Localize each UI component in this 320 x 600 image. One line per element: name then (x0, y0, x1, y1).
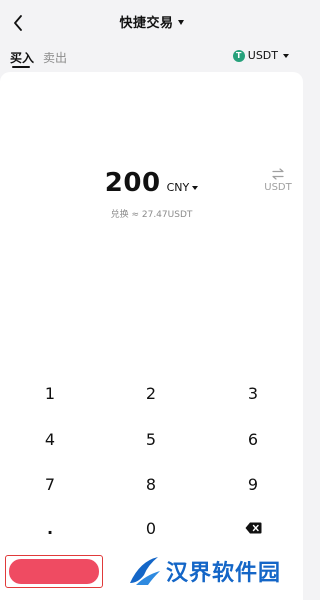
conversion-text: 兑换 ≈ 27.47USDT (110, 210, 193, 220)
caret-down-icon (192, 185, 199, 190)
key-0[interactable]: 0 (121, 513, 181, 543)
switch-unit-label: USDT (264, 182, 292, 193)
key-2[interactable]: 2 (121, 378, 181, 408)
currency-selector[interactable]: CNY (167, 181, 199, 194)
watermark-text: 汉界软件园 (166, 561, 282, 586)
title-dropdown[interactable]: 快捷交易 (0, 12, 303, 31)
trade-tabs: 买入 卖出 T USDT (0, 46, 303, 72)
key-8[interactable]: 8 (121, 469, 181, 499)
backspace-icon (245, 522, 261, 534)
key-dot[interactable]: . (20, 513, 80, 543)
key-4[interactable]: 4 (20, 424, 80, 454)
backspace-key[interactable] (223, 513, 283, 543)
key-9[interactable]: 9 (223, 469, 283, 499)
switch-unit-button[interactable]: USDT (262, 168, 294, 193)
key-3[interactable]: 3 (223, 378, 283, 408)
buy-button[interactable] (5, 555, 103, 588)
key-6[interactable]: 6 (223, 424, 283, 454)
amount-display: 200 CNY (0, 168, 303, 198)
key-1[interactable]: 1 (20, 378, 80, 408)
caret-down-icon (177, 19, 184, 25)
currency-label: CNY (166, 181, 190, 194)
active-tab-indicator (12, 66, 30, 68)
key-5[interactable]: 5 (121, 424, 181, 454)
buy-button-fill (9, 559, 99, 584)
header: 快捷交易 (0, 0, 303, 46)
tether-icon: T (232, 49, 245, 62)
watermark: 汉界软件园 (126, 553, 281, 589)
tab-buy[interactable]: 买入 (10, 49, 34, 66)
coin-label: USDT (247, 49, 278, 62)
swap-icon (272, 168, 284, 180)
watermark-logo-icon (130, 557, 160, 585)
key-7[interactable]: 7 (20, 469, 80, 499)
tab-sell[interactable]: 卖出 (43, 49, 67, 66)
caret-down-icon (283, 53, 289, 58)
coin-selector[interactable]: T USDT (232, 49, 289, 62)
amount-value: 200 (104, 168, 161, 198)
page-title: 快捷交易 (119, 16, 174, 31)
